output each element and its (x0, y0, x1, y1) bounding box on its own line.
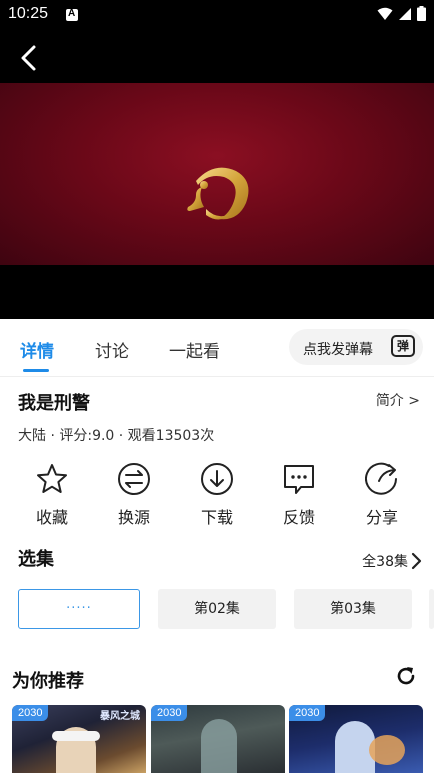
show-title: 我是刑警 (18, 393, 90, 414)
tab-details[interactable]: 详情 (20, 337, 54, 362)
refresh-icon[interactable] (394, 664, 418, 688)
episode-item-03[interactable]: 第03集 (294, 589, 412, 629)
wifi-icon (377, 7, 393, 20)
intro-link[interactable]: 简介 > (376, 390, 420, 410)
poster-figure (201, 719, 237, 773)
video-frame (0, 83, 434, 265)
episode-item-02[interactable]: 第02集 (158, 589, 276, 629)
share-button[interactable]: 分享 (349, 460, 415, 528)
year-badge: 2030 (12, 705, 49, 721)
download-icon (201, 463, 233, 495)
episode-item-next-partial[interactable] (429, 589, 434, 629)
feedback-label: 反馈 (282, 508, 315, 527)
detail-tabs: 详情 讨论 一起看 点我发弹幕 弹 (0, 319, 434, 377)
year-badge: 2030 (289, 705, 326, 721)
all-episodes-link[interactable]: 全38集 (362, 551, 422, 571)
poster-title: 暴风之城 (100, 711, 140, 722)
tab-watch-together[interactable]: 一起看 (169, 337, 220, 362)
switch-source-button[interactable]: 换源 (101, 460, 167, 528)
danmu-toggle-icon[interactable]: 弹 (391, 335, 415, 357)
signal-icon (399, 7, 411, 20)
active-tab-indicator (23, 369, 49, 372)
notification-icon (66, 8, 78, 21)
feedback-icon (284, 465, 314, 494)
back-arrow-icon[interactable] (18, 44, 42, 72)
battery-icon (417, 6, 426, 21)
all-episodes-label: 全38集 (362, 554, 408, 570)
episodes-title: 选集 (18, 549, 54, 570)
status-bar: 10:25 (0, 0, 434, 30)
download-button[interactable]: 下载 (184, 460, 250, 528)
studio-logo-icon (187, 167, 249, 220)
recommend-title: 为你推荐 (12, 671, 84, 692)
poster-cap (52, 731, 100, 741)
download-label: 下载 (200, 508, 233, 527)
send-danmu-label: 点我发弹幕 (303, 342, 373, 358)
switch-source-label: 换源 (117, 508, 150, 527)
status-icons (377, 6, 426, 21)
show-meta: 大陆 · 评分:9.0 · 观看13503次 (18, 428, 215, 444)
switch-source-icon (118, 463, 150, 495)
favorite-button[interactable]: 收藏 (19, 460, 85, 528)
recommend-poster-2[interactable]: 2030 (151, 705, 285, 773)
share-label: 分享 (365, 508, 398, 527)
recommend-poster-3[interactable]: 2030 (289, 705, 423, 773)
tab-discussion[interactable]: 讨论 (95, 337, 129, 362)
recommend-poster-1[interactable]: 2030 暴风之城 (12, 705, 146, 773)
share-icon (365, 462, 397, 495)
episode-item-current[interactable]: ····· (18, 589, 140, 629)
feedback-button[interactable]: 反馈 (266, 460, 332, 528)
action-bar: 收藏 换源 下载 反馈 分享 (0, 460, 434, 530)
video-player[interactable] (0, 30, 434, 319)
star-icon (37, 464, 67, 493)
favorite-label: 收藏 (35, 508, 68, 527)
send-danmu-button[interactable]: 点我发弹幕 弹 (289, 329, 423, 365)
year-badge: 2030 (151, 705, 188, 721)
chevron-right-icon (411, 552, 422, 570)
status-time: 10:25 (8, 5, 49, 22)
poster-flowers (369, 735, 405, 765)
